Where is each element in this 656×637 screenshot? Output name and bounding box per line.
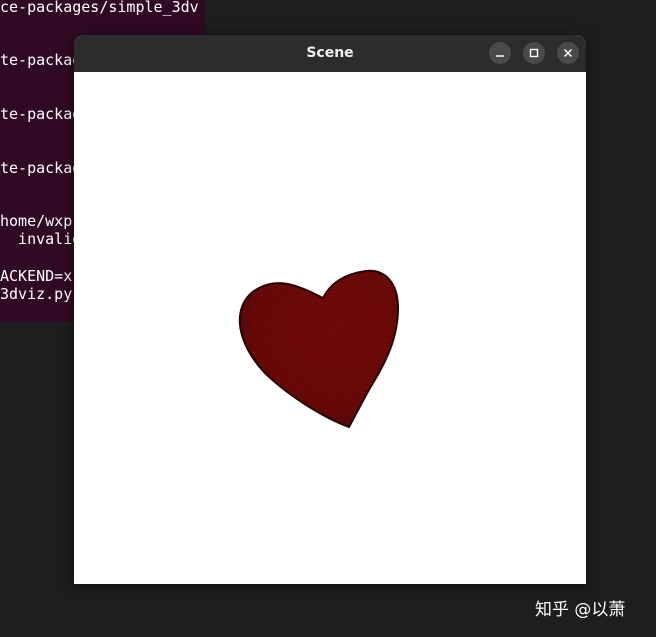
heart-model [238,269,400,429]
scene-canvas[interactable] [74,72,586,584]
terminal-line: 3dviz.py [0,285,73,303]
terminal-line: home/wxp [0,212,73,230]
watermark: 知乎 @以萧 [535,600,626,620]
maximize-icon [529,48,539,58]
window-titlebar[interactable]: Scene [74,35,586,72]
terminal-line: te-packag [0,51,82,69]
maximize-button[interactable] [523,42,545,64]
scene-viewport [238,269,400,429]
terminal-line: ACKEND=x1 [0,267,82,285]
terminal-line: ce-packages/simple_3dv [0,0,199,16]
scene-window: Scene [74,35,586,584]
terminal-line: te-packag [0,159,82,177]
terminal-line: te-packag [0,105,82,123]
terminal-line: invalid [0,230,82,248]
minimize-icon [496,55,504,57]
minimize-button[interactable] [489,42,511,64]
close-icon [563,48,573,58]
close-button[interactable] [557,42,579,64]
